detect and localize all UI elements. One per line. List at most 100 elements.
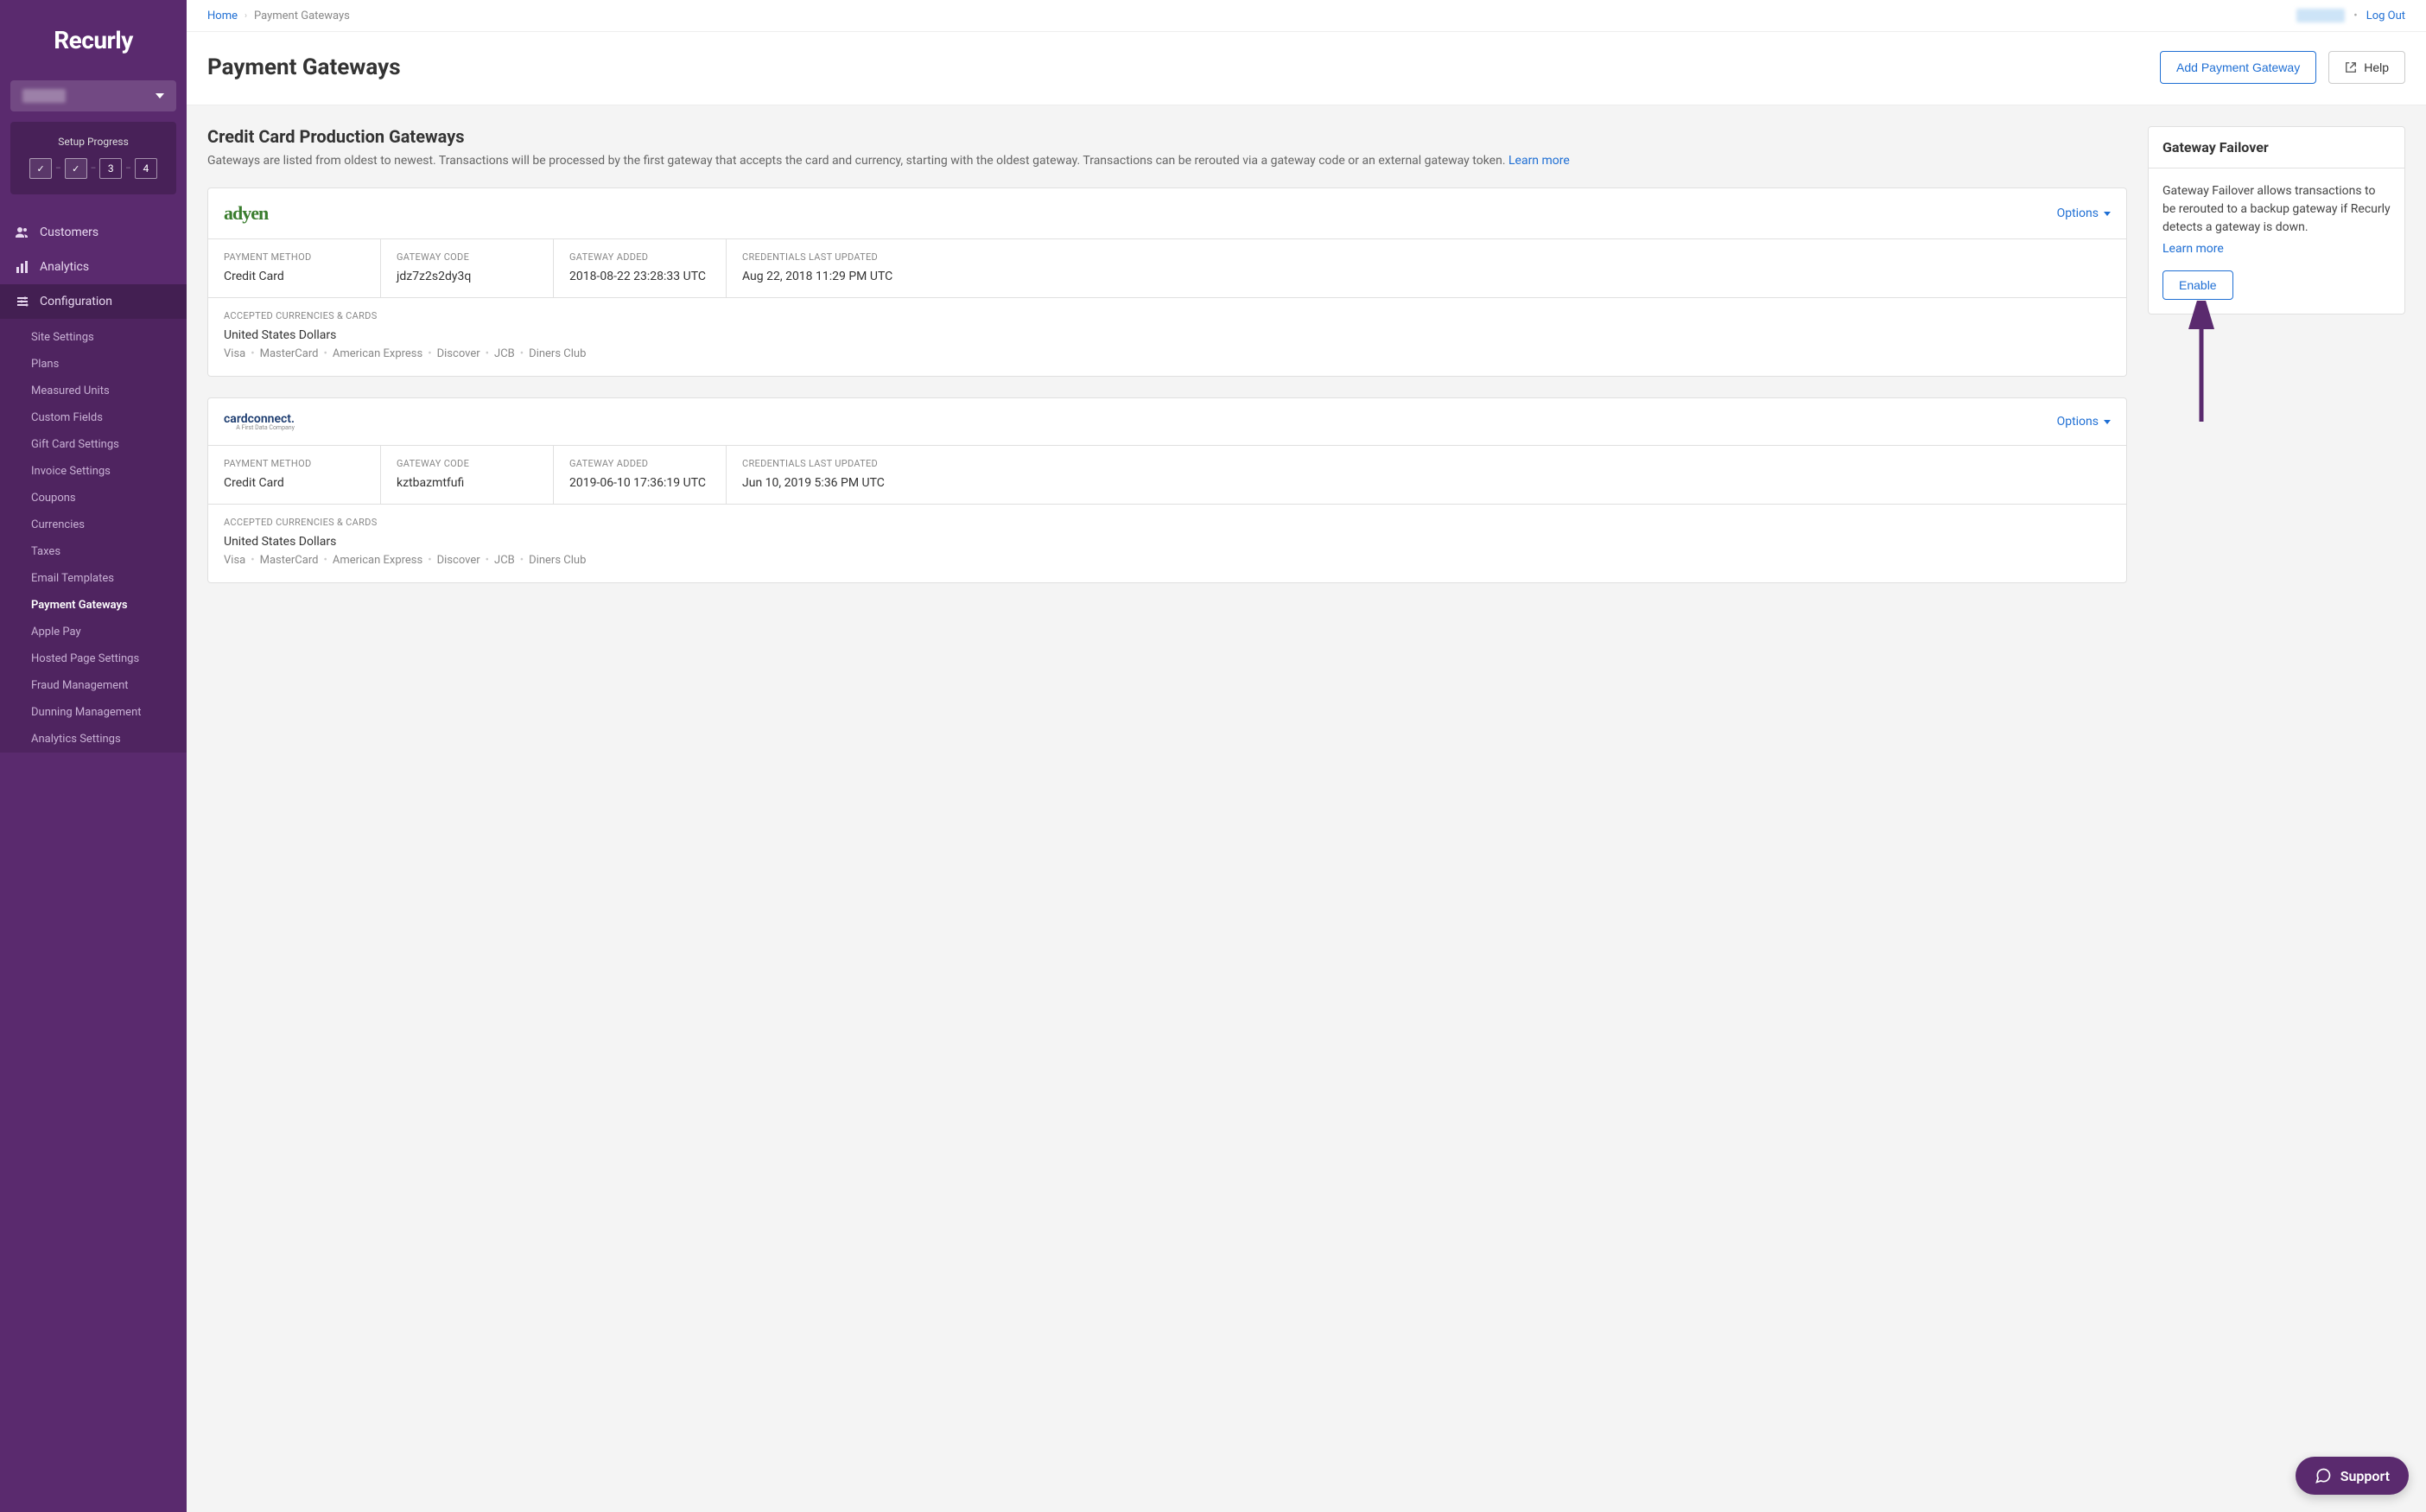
gateway-head: adyen Options (208, 188, 2126, 239)
cell-payment-method: PAYMENT METHODCredit Card (208, 446, 381, 504)
support-button[interactable]: Support (2296, 1457, 2409, 1495)
options-label: Options (2057, 206, 2099, 220)
label: PAYMENT METHOD (224, 251, 365, 263)
subnav-item[interactable]: Hosted Page Settings (0, 645, 187, 672)
account-name-redacted (22, 89, 66, 103)
topbar-right: • Log Out (2296, 9, 2405, 22)
cell-gateway-added: GATEWAY ADDED 2019-06-10 17:36:19 UTC (554, 446, 727, 504)
help-label: Help (2364, 60, 2389, 74)
logout-link[interactable]: Log Out (2366, 10, 2405, 22)
dot-sep: • (323, 554, 327, 567)
gateway-options[interactable]: Options (2057, 415, 2111, 429)
currency: United States Dollars (224, 328, 2111, 342)
people-icon (16, 226, 29, 239)
card-brand: American Express (333, 554, 422, 567)
subnav-item[interactable]: Email Templates (0, 565, 187, 592)
gateway-foot: ACCEPTED CURRENCIES & CARDSUnited States… (208, 505, 2126, 582)
subnav-item[interactable]: Apple Pay (0, 619, 187, 645)
card-brand: Visa (224, 347, 245, 360)
subnav-item[interactable]: Site Settings (0, 324, 187, 351)
gateway-foot: ACCEPTED CURRENCIES & CARDS United States… (208, 298, 2126, 376)
card-brand: Diners Club (529, 554, 586, 567)
setup-progress-card: Setup Progress – – 3 – 4 (10, 122, 176, 194)
dot-sep: • (2353, 10, 2357, 22)
section-learn-more-link[interactable]: Learn more (1508, 154, 1570, 168)
breadcrumb-home[interactable]: Home (207, 10, 238, 22)
value: jdz7z2s2dy3q (397, 270, 537, 283)
external-link-icon (2345, 61, 2357, 73)
subnav-item[interactable]: Taxes (0, 538, 187, 565)
label: GATEWAY CODE (397, 251, 537, 263)
gateway-options[interactable]: Options (2057, 206, 2111, 220)
step-2[interactable] (65, 158, 87, 179)
value: Credit Card (224, 270, 365, 283)
subnav: Site SettingsPlansMeasured UnitsCustom F… (0, 319, 187, 753)
gateway-grid: PAYMENT METHOD Credit Card GATEWAY CODE jdz… (208, 239, 2126, 298)
dot-sep: • (520, 554, 524, 567)
gateway-card: adyen Options PAYMENT METHOD Credit Card GAT… (207, 187, 2127, 377)
subnav-item[interactable]: Invoice Settings (0, 458, 187, 485)
section-desc-text: Gateways are listed from oldest to newes… (207, 154, 1508, 168)
add-payment-gateway-button[interactable]: Add Payment Gateway (2160, 51, 2316, 84)
chat-icon (2315, 1467, 2332, 1484)
nav-analytics[interactable]: Analytics (0, 250, 187, 284)
step-dash: – (91, 164, 97, 174)
failover-learn-more-link[interactable]: Learn more (2162, 240, 2391, 258)
account-selector[interactable] (10, 80, 176, 111)
dot-sep: • (251, 347, 254, 360)
subnav-item[interactable]: Analytics Settings (0, 726, 187, 753)
label: PAYMENT METHOD (224, 458, 365, 469)
gateway-card: cardconnect.A First Data CompanyOptionsP… (207, 397, 2127, 583)
value: 2018-08-22 23:28:33 UTC (569, 270, 710, 283)
content: Credit Card Production Gateways Gateways… (187, 105, 2426, 1512)
subnav-item[interactable]: Fraud Management (0, 672, 187, 699)
step-4[interactable]: 4 (135, 158, 157, 179)
bars-icon (16, 260, 29, 274)
sidebar: Recurly Setup Progress – – 3 – 4 (0, 0, 187, 1512)
card-brand: JCB (494, 347, 515, 360)
step-3[interactable]: 3 (99, 158, 122, 179)
cell-gateway-code: GATEWAY CODEkztbazmtfufi (381, 446, 554, 504)
subnav-item[interactable]: Plans (0, 351, 187, 378)
check-icon (37, 162, 45, 175)
subnav-item[interactable]: Coupons (0, 485, 187, 511)
subnav-item[interactable]: Currencies (0, 511, 187, 538)
cell-gateway-added: GATEWAY ADDED2018-08-22 23:28:33 UTC (554, 239, 727, 297)
subnav-item[interactable]: Dunning Management (0, 699, 187, 726)
page-header: Payment Gateways Add Payment Gateway Hel… (187, 32, 2426, 105)
gateway-head: cardconnect.A First Data CompanyOptions (208, 398, 2126, 446)
dot-sep: • (486, 347, 489, 360)
progress-steps: – – 3 – 4 (21, 158, 166, 179)
subnav-item[interactable]: Custom Fields (0, 404, 187, 431)
chevron-down-icon (156, 93, 164, 98)
content-aside: Gateway Failover Gateway Failover allows… (2148, 126, 2405, 1491)
nav-configuration[interactable]: Configuration (0, 284, 187, 319)
subnav-item[interactable]: Measured Units (0, 378, 187, 404)
nav-label: Configuration (40, 295, 112, 308)
chevron-down-icon (2104, 212, 2111, 216)
nav-section: Customers Analytics Configuration Site S… (0, 215, 187, 753)
value: kztbazmtfufi (397, 476, 537, 490)
nav-customers[interactable]: Customers (0, 215, 187, 250)
subnav-item[interactable]: Gift Card Settings (0, 431, 187, 458)
section-title: Credit Card Production Gateways (207, 126, 2127, 147)
subnav-item[interactable]: Payment Gateways (0, 592, 187, 619)
progress-title: Setup Progress (21, 136, 166, 148)
main: Home › Payment Gateways • Log Out Paymen… (187, 0, 2426, 1512)
label: CREDENTIALS LAST UPDATED (742, 251, 2111, 263)
label: ACCEPTED CURRENCIES & CARDS (224, 310, 2111, 321)
card-brand: Discover (437, 347, 480, 360)
enable-button[interactable]: Enable (2162, 270, 2233, 300)
label: GATEWAY ADDED (569, 458, 710, 469)
breadcrumb-current: Payment Gateways (254, 10, 350, 22)
help-button[interactable]: Help (2328, 51, 2405, 84)
label: ACCEPTED CURRENCIES & CARDS (224, 517, 2111, 528)
cell-payment-method: PAYMENT METHOD Credit Card (208, 239, 381, 297)
cell-credentials-updated: CREDENTIALS LAST UPDATEDAug 22, 2018 11:… (727, 239, 2126, 297)
annotation-arrow-icon (2184, 301, 2219, 430)
value: 2019-06-10 17:36:19 UTC (569, 476, 710, 490)
dot-sep: • (428, 554, 431, 567)
adyen-logo: adyen (224, 202, 268, 225)
card-brand: JCB (494, 554, 515, 567)
step-1[interactable] (29, 158, 52, 179)
